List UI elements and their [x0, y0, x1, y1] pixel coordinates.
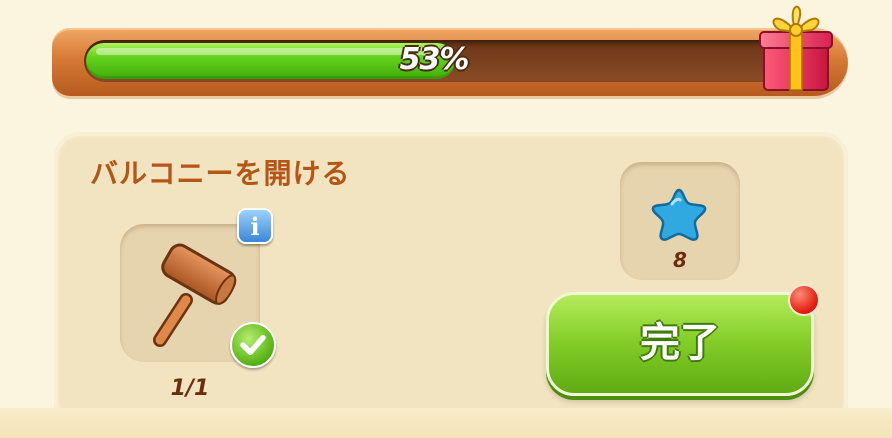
notification-dot — [788, 284, 820, 316]
progress-bar: 53% — [52, 28, 848, 96]
gift-box-icon[interactable] — [756, 0, 836, 96]
checkmark-icon — [230, 322, 276, 368]
item-count: 1/1 — [170, 376, 210, 401]
bottom-strip — [0, 408, 892, 438]
info-button[interactable]: i — [237, 208, 273, 244]
blue-star-icon — [651, 188, 707, 241]
progress-label: 53% — [399, 42, 470, 77]
reward-amount: 8 — [673, 248, 687, 272]
progress-track: 53% — [84, 40, 784, 82]
task-title: バルコニーを開ける — [90, 157, 351, 190]
complete-button[interactable]: 完了 — [546, 292, 814, 396]
